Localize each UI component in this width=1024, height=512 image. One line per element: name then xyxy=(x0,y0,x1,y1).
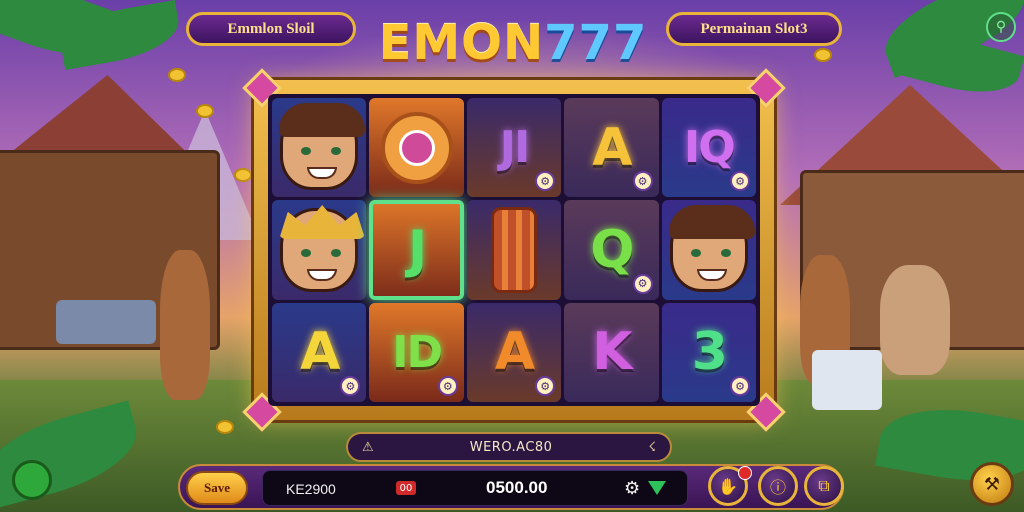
hand-icon: ✋ xyxy=(718,476,738,496)
top-right-glyph: ⚲ xyxy=(995,19,1007,35)
game-logo: EMON 777 xyxy=(368,8,658,78)
save-button[interactable]: Save xyxy=(186,471,248,505)
search-icon[interactable]: ⚲ xyxy=(986,12,1016,42)
title-plaque-left: Emmlon Sloil xyxy=(186,12,356,46)
symbol-iq: IQ xyxy=(683,122,736,174)
plaque-right-text: Permainan Slot3 xyxy=(700,20,808,37)
symbol-badge-icon: ⚙ xyxy=(535,171,556,192)
symbol-badge-icon: ⚙ xyxy=(632,273,653,294)
symbol-j-highlight: J xyxy=(407,219,427,280)
warning-icon: ⚠ xyxy=(362,439,374,455)
plaque-left-text: Emmlon Sloil xyxy=(227,20,315,37)
symbol-q: Q xyxy=(590,219,634,280)
paytable-icon: ⧉ xyxy=(818,476,830,495)
gear-icon[interactable]: ⚙ xyxy=(624,478,640,499)
coin xyxy=(168,68,186,82)
notification-badge xyxy=(738,466,752,480)
symbol-ji: JI xyxy=(499,122,531,174)
status-indicator-button[interactable] xyxy=(12,460,52,500)
reel-cell xyxy=(466,200,562,300)
reel-cell xyxy=(661,200,756,300)
reel-cell xyxy=(272,200,367,300)
villager-left xyxy=(160,250,210,400)
king-portrait xyxy=(280,207,359,292)
reel-frame: JI ⚙ A ⚙ IQ ⚙ J Q ⚙ A ⚙ ID ⚙ A ⚙ K 3 ⚙ xyxy=(242,68,786,432)
reel-cell: Q ⚙ xyxy=(564,200,659,300)
paytable-button[interactable]: ⧉ xyxy=(804,466,844,506)
symbol-a: A xyxy=(592,117,632,178)
symbol-3: 3 xyxy=(691,322,728,383)
reel-cell: IQ ⚙ xyxy=(661,98,756,198)
spin-arrow-icon[interactable] xyxy=(648,481,666,495)
reel-cell: 3 ⚙ xyxy=(661,302,756,402)
swipe-icon: ☇ xyxy=(648,439,656,455)
reel-cell: JI ⚙ xyxy=(466,98,562,198)
symbol-a: A xyxy=(300,322,340,383)
coin xyxy=(234,168,252,182)
reel-cell: A ⚙ xyxy=(564,98,659,198)
symbol-badge-icon: ⚙ xyxy=(632,171,653,192)
symbol-badge-icon: ⚙ xyxy=(437,376,458,396)
coin-stack xyxy=(216,420,234,434)
message-text: WERO.AC80 xyxy=(469,439,553,455)
symbol-id: ID xyxy=(392,326,443,378)
warrior-portrait xyxy=(668,204,755,292)
reel-cell xyxy=(369,98,464,198)
tools-icon: ⚒ xyxy=(983,473,1001,495)
symbol-badge-icon: ⚙ xyxy=(730,171,750,192)
reel-cell: K xyxy=(564,302,659,402)
symbol-badge-icon: ⚙ xyxy=(535,376,556,396)
coin xyxy=(196,104,214,118)
logo-text-number: 777 xyxy=(544,15,648,71)
reel-cell: A ⚙ xyxy=(272,302,367,402)
hero-portrait xyxy=(279,102,366,190)
bet-icon[interactable]: 00 xyxy=(396,481,416,495)
reel-grid[interactable]: JI ⚙ A ⚙ IQ ⚙ J Q ⚙ A ⚙ ID ⚙ A ⚙ K 3 ⚙ xyxy=(268,94,760,406)
creature-right xyxy=(880,265,950,375)
reel-cell: A ⚙ xyxy=(466,302,562,402)
reel-cell: ID ⚙ xyxy=(369,302,464,402)
win-value: 0500.00 xyxy=(486,478,548,497)
credit-label: KE2900 xyxy=(286,481,336,497)
coin xyxy=(814,48,832,62)
symbol-k: K xyxy=(592,322,632,383)
reel-cell: J xyxy=(369,200,464,300)
symbol-badge-icon: ⚙ xyxy=(730,376,750,396)
symbol-badge-icon: ⚙ xyxy=(340,376,361,396)
fox-emblem xyxy=(380,111,453,184)
logo-text-main: EMON xyxy=(378,15,545,71)
info-button[interactable]: ⓘ xyxy=(758,466,798,506)
info-icon: ⓘ xyxy=(769,478,786,497)
lantern-symbol xyxy=(490,206,537,293)
reel-cell xyxy=(272,98,367,198)
settings-button[interactable]: ⚒ xyxy=(970,462,1014,506)
symbol-a: A xyxy=(494,322,535,383)
message-bar: ⚠ WERO.AC80 ☇ xyxy=(346,432,672,462)
treasure-chest xyxy=(812,350,882,410)
title-plaque-right: Permainan Slot3 xyxy=(666,12,842,46)
market-stall xyxy=(56,300,156,344)
